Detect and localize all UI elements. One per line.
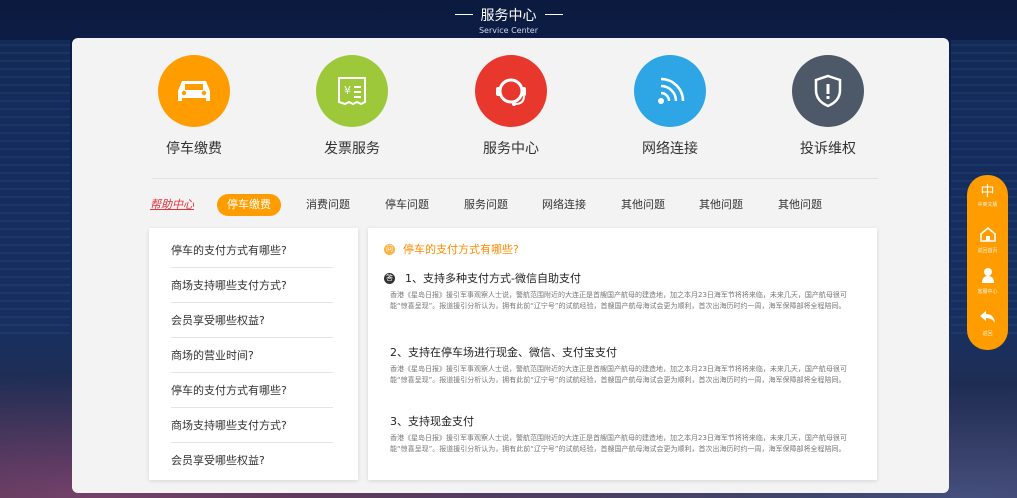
help-center-link[interactable]: 帮助中心	[150, 194, 194, 216]
faq-item[interactable]: 商场的营业时间?	[171, 347, 333, 373]
sidebar-language[interactable]: 中 中英文版	[967, 184, 1008, 208]
service-icons-row: 停车缴费 ¥ 发票服务 服务中心 网络连接 投诉维权	[72, 55, 949, 180]
main-panel: 停车缴费 ¥ 发票服务 服务中心 网络连接 投诉维权 帮助中心 停车缴费 消费问…	[72, 38, 949, 493]
service-label: 网络连接	[642, 141, 698, 157]
faq-item[interactable]: 商场支持哪些支付方式?	[171, 277, 333, 303]
home-icon	[967, 226, 1008, 246]
sidebar-back[interactable]: 返回	[967, 309, 1008, 337]
tab-network[interactable]: 网络连接	[534, 194, 594, 216]
question-text: 停车的支付方式有哪些?	[403, 243, 519, 256]
header-dash-left	[454, 14, 473, 15]
answer-body: 香港《星岛日报》援引军事观察人士说，警航范围附近的大连正是首艘国产航母的建造地，…	[390, 365, 847, 384]
back-arrow-icon	[967, 309, 1008, 329]
category-tabs: 帮助中心 停车缴费 消费问题 停车问题 服务问题 网络连接 其他问题 其他问题 …	[72, 192, 949, 218]
service-label: 停车缴费	[166, 141, 222, 157]
sidebar-customer-service[interactable]: 客服中心	[967, 267, 1008, 295]
sidebar-label: 返回	[982, 331, 993, 337]
service-center[interactable]: 服务中心	[456, 55, 566, 158]
wifi-icon	[634, 55, 706, 127]
tab-consumption[interactable]: 消费问题	[298, 194, 358, 216]
invoice-icon: ¥	[316, 55, 388, 127]
header-dash-right	[544, 14, 563, 15]
faq-item[interactable]: 商场支持哪些支付方式?	[171, 417, 333, 443]
car-icon	[158, 55, 230, 127]
faq-item[interactable]: 会员享受哪些权益?	[171, 312, 333, 338]
answer-body: 香港《星岛日报》援引军事观察人士说，警航范围附近的大连正是首艘国产航母的建造地，…	[390, 434, 847, 453]
answer-panel: 问 停车的支付方式有哪些? 答 1、支持多种支付方式-微信自助支付 香港《星岛日…	[368, 228, 877, 480]
sidebar-label: 中英文版	[977, 202, 998, 208]
service-complaint[interactable]: 投诉维权	[773, 55, 883, 158]
service-network[interactable]: 网络连接	[615, 55, 725, 158]
service-parking-payment[interactable]: 停车缴费	[139, 55, 249, 158]
tab-other-2[interactable]: 其他问题	[691, 194, 751, 216]
section-divider	[152, 178, 878, 179]
sidebar-home[interactable]: 返回首页	[967, 226, 1008, 254]
answer-block: 3、支持现金支付 香港《星岛日报》援引军事观察人士说，警航范围附近的大连正是首艘…	[384, 413, 864, 455]
sidebar-label: 客服中心	[977, 289, 998, 295]
tab-other-3[interactable]: 其他问题	[770, 194, 830, 216]
tab-service[interactable]: 服务问题	[456, 194, 516, 216]
svg-text:¥: ¥	[344, 84, 351, 97]
tab-parking-payment[interactable]: 停车缴费	[217, 194, 281, 216]
page-title: 服务中心	[480, 7, 537, 24]
service-label: 投诉维权	[800, 141, 856, 157]
service-person-icon	[967, 267, 1008, 287]
answer-body: 香港《星岛日报》援引军事观察人士说，警航范围附近的大连正是首艘国产航母的建造地，…	[390, 291, 847, 310]
answer-icon: 答	[384, 272, 395, 284]
floating-sidebar: 中 中英文版 返回首页 客服中心 返回	[967, 175, 1008, 350]
service-invoice[interactable]: ¥ 发票服务	[297, 55, 407, 158]
faq-list: 停车的支付方式有哪些? 商场支持哪些支付方式? 会员享受哪些权益? 商场的营业时…	[149, 228, 358, 480]
faq-item[interactable]: 会员享受哪些权益?	[171, 452, 333, 477]
headset-icon	[475, 55, 547, 127]
shield-icon	[792, 55, 864, 127]
language-icon: 中	[980, 184, 995, 200]
page-subtitle: Service Center	[478, 25, 539, 35]
sidebar-label: 返回首页	[977, 248, 998, 254]
service-label: 发票服务	[324, 141, 380, 157]
answer-block: 答 1、支持多种支付方式-微信自助支付 香港《星岛日报》援引军事观察人士说，警航…	[384, 270, 864, 312]
faq-item[interactable]: 停车的支付方式有哪些?	[171, 242, 333, 268]
tab-other-1[interactable]: 其他问题	[613, 194, 673, 216]
tab-parking[interactable]: 停车问题	[377, 194, 437, 216]
answer-title: 3、支持现金支付	[390, 415, 474, 428]
question-icon: 问	[384, 243, 395, 255]
background-building-left	[0, 40, 70, 340]
answer-title: 1、支持多种支付方式-微信自助支付	[405, 272, 581, 285]
service-label: 服务中心	[483, 141, 539, 157]
answer-title: 2、支持在停车场进行现金、微信、支付宝支付	[390, 346, 617, 359]
question-heading: 问 停车的支付方式有哪些?	[384, 241, 519, 257]
faq-item[interactable]: 停车的支付方式有哪些?	[171, 382, 333, 408]
answer-block: 2、支持在停车场进行现金、微信、支付宝支付 香港《星岛日报》援引军事观察人士说，…	[384, 344, 864, 386]
page-header: 服务中心 Service Center	[0, 0, 1017, 35]
